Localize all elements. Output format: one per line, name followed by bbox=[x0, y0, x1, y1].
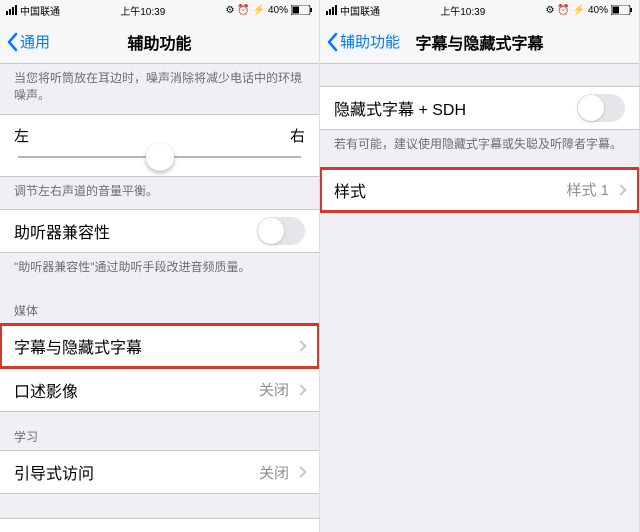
balance-slider[interactable] bbox=[18, 156, 301, 158]
status-bar: 中国联通 上午10:39 ⚙ ⏰ ⚡ 40% bbox=[320, 0, 639, 20]
chevron-left-icon bbox=[6, 32, 18, 52]
navbar: 辅助功能 字幕与隐藏式字幕 bbox=[320, 20, 639, 64]
status-icons: ⚙ ⏰ ⚡ bbox=[546, 5, 585, 16]
style-label: 样式 bbox=[334, 178, 566, 202]
sdh-toggle[interactable] bbox=[577, 94, 625, 122]
battery-label: 40% bbox=[588, 5, 608, 16]
back-label: 通用 bbox=[20, 31, 50, 52]
back-label: 辅助功能 bbox=[340, 31, 400, 52]
navbar: 通用 辅助功能 bbox=[0, 20, 319, 64]
hearing-aid-toggle[interactable] bbox=[257, 217, 305, 245]
chevron-right-icon bbox=[615, 184, 626, 195]
signal-icon bbox=[326, 5, 337, 15]
media-header: 媒体 bbox=[0, 286, 319, 325]
guided-access-cell[interactable]: 引导式访问 关闭 bbox=[0, 450, 319, 494]
content-area: 当您将听筒放在耳边时，噪声消除将减少电话中的环境噪声。 左 右 调节左右声道的音… bbox=[0, 64, 319, 532]
page-title: 字幕与隐藏式字幕 bbox=[415, 30, 543, 54]
chevron-right-icon bbox=[295, 341, 306, 352]
status-bar: 中国联通 上午10:39 ⚙ ⏰ ⚡ 40% bbox=[0, 0, 319, 20]
style-cell[interactable]: 样式 样式 1 bbox=[320, 168, 639, 212]
sdh-cell[interactable]: 隐藏式字幕 + SDH bbox=[320, 86, 639, 130]
accessibility-shortcut-cell[interactable]: 辅助功能快捷键 bbox=[0, 518, 319, 532]
guided-value: 关闭 bbox=[259, 462, 289, 483]
subtitles-label: 字幕与隐藏式字幕 bbox=[14, 334, 289, 358]
audio-desc-value: 关闭 bbox=[259, 379, 289, 400]
back-button[interactable]: 辅助功能 bbox=[320, 31, 400, 52]
audio-desc-label: 口述影像 bbox=[14, 378, 259, 402]
hearing-aid-hint: "助听器兼容性"通过助听手段改进音频质量。 bbox=[0, 253, 319, 286]
content-area: 隐藏式字幕 + SDH 若有可能，建议使用隐藏式字幕或失聪及听障者字幕。 样式 … bbox=[320, 64, 639, 532]
status-icons: ⚙ ⏰ ⚡ bbox=[226, 5, 265, 16]
balance-right-label: 右 bbox=[290, 125, 305, 146]
subtitles-cell[interactable]: 字幕与隐藏式字幕 bbox=[0, 324, 319, 368]
battery-icon bbox=[291, 5, 313, 15]
balance-slider-cell: 左 右 bbox=[0, 114, 319, 177]
carrier-label: 中国联通 bbox=[20, 3, 60, 18]
battery-label: 40% bbox=[268, 5, 288, 16]
hearing-aid-cell[interactable]: 助听器兼容性 bbox=[0, 209, 319, 253]
chevron-right-icon bbox=[295, 467, 306, 478]
audio-description-cell[interactable]: 口述影像 关闭 bbox=[0, 368, 319, 412]
left-screen: 中国联通 上午10:39 ⚙ ⏰ ⚡ 40% 通用 辅助功能 当您将听筒放在耳边… bbox=[0, 0, 320, 532]
sdh-hint: 若有可能，建议使用隐藏式字幕或失聪及听障者字幕。 bbox=[320, 130, 639, 163]
right-screen: 中国联通 上午10:39 ⚙ ⏰ ⚡ 40% 辅助功能 字幕与隐藏式字幕 隐藏式… bbox=[320, 0, 640, 532]
page-title: 辅助功能 bbox=[127, 30, 191, 54]
slider-thumb[interactable] bbox=[146, 143, 174, 171]
shortcut-label: 辅助功能快捷键 bbox=[14, 528, 289, 532]
learning-header: 学习 bbox=[0, 412, 319, 451]
sdh-label: 隐藏式字幕 + SDH bbox=[334, 96, 577, 120]
clock: 上午10:39 bbox=[440, 3, 485, 18]
clock: 上午10:39 bbox=[120, 3, 165, 18]
chevron-right-icon bbox=[295, 384, 306, 395]
guided-label: 引导式访问 bbox=[14, 460, 259, 484]
mic-hint: 当您将听筒放在耳边时，噪声消除将减少电话中的环境噪声。 bbox=[0, 64, 319, 114]
back-button[interactable]: 通用 bbox=[0, 31, 50, 52]
signal-icon bbox=[6, 5, 17, 15]
style-value: 样式 1 bbox=[566, 179, 609, 200]
battery-icon bbox=[611, 5, 633, 15]
balance-hint: 调节左右声道的音量平衡。 bbox=[0, 177, 319, 210]
hearing-aid-label: 助听器兼容性 bbox=[14, 219, 257, 243]
carrier-label: 中国联通 bbox=[340, 3, 380, 18]
balance-left-label: 左 bbox=[14, 125, 29, 146]
chevron-left-icon bbox=[326, 32, 338, 52]
